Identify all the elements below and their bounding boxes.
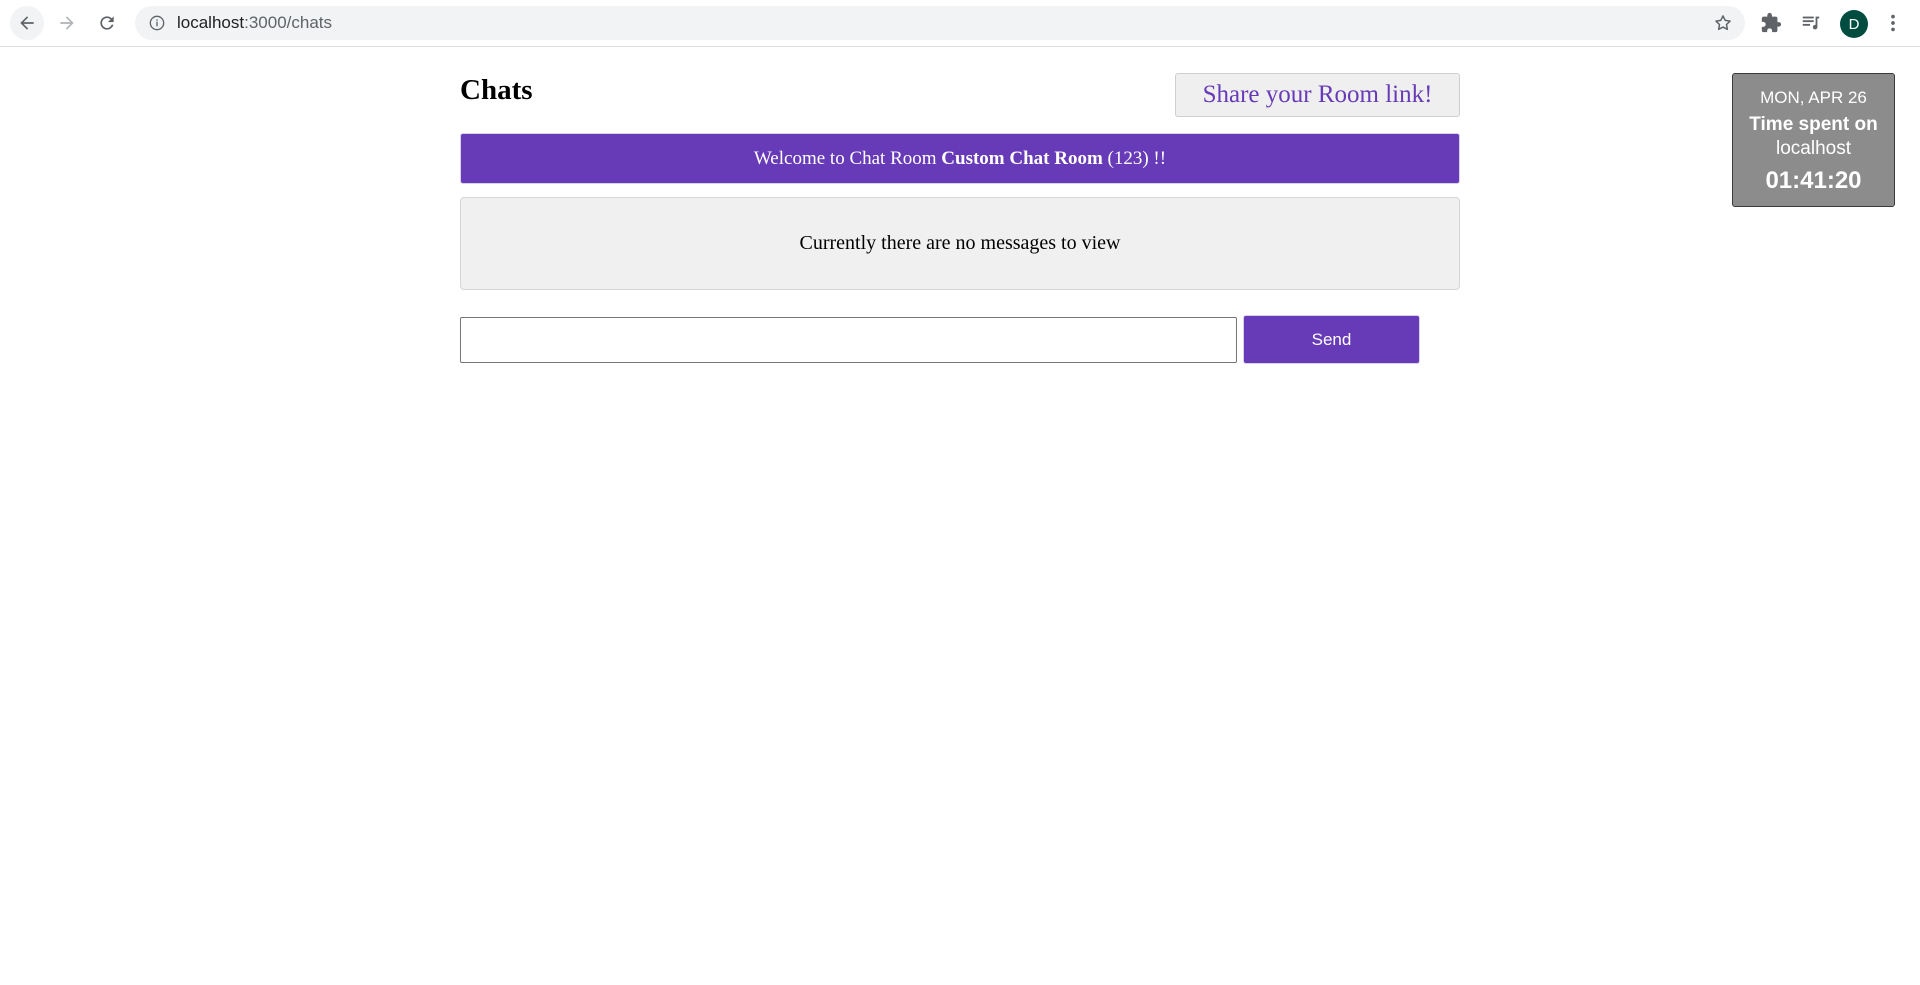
- reload-button[interactable]: [90, 6, 124, 40]
- message-input[interactable]: [460, 317, 1237, 363]
- empty-messages-text: Currently there are no messages to view: [799, 232, 1121, 254]
- welcome-suffix: (123) !!: [1102, 148, 1167, 169]
- back-button[interactable]: [10, 6, 44, 40]
- welcome-prefix: Welcome to Chat Room: [753, 148, 942, 169]
- profile-initial: D: [1848, 15, 1860, 33]
- info-icon[interactable]: [149, 15, 165, 31]
- widget-host: localhost: [1776, 138, 1851, 159]
- url-host: localhost: [177, 13, 245, 32]
- room-name: Custom Chat Room: [941, 148, 1103, 169]
- time-spent-widget: MON, APR 26 Time spent on localhost 01:4…: [1732, 73, 1895, 207]
- widget-date: MON, APR 26: [1760, 88, 1867, 107]
- forward-button[interactable]: [50, 6, 84, 40]
- messages-area: Currently there are no messages to view: [460, 197, 1460, 290]
- arrow-left-icon: [20, 16, 34, 30]
- reload-icon: [100, 16, 114, 30]
- page-title: Chats: [460, 74, 533, 106]
- star-icon[interactable]: [1713, 13, 1733, 33]
- address-bar[interactable]: localhost:3000/chats: [135, 6, 1745, 40]
- url-path: :3000/chats: [244, 13, 333, 32]
- media-queue-icon[interactable]: [1800, 12, 1822, 34]
- address-bar-url[interactable]: localhost:3000/chats: [177, 6, 332, 40]
- send-button[interactable]: Send: [1243, 315, 1420, 364]
- share-room-link-button[interactable]: Share your Room link!: [1175, 73, 1460, 117]
- widget-label: Time spent on: [1749, 114, 1878, 135]
- puzzle-icon[interactable]: [1760, 12, 1782, 34]
- browser-toolbar: localhost:3000/chats D: [0, 0, 1920, 47]
- profile-avatar[interactable]: D: [1840, 10, 1868, 38]
- welcome-banner: Welcome to Chat Room Custom Chat Room (1…: [460, 133, 1460, 184]
- arrow-right-icon: [60, 16, 74, 30]
- kebab-menu-icon[interactable]: [1882, 12, 1904, 34]
- widget-time: 01:41:20: [1765, 167, 1862, 194]
